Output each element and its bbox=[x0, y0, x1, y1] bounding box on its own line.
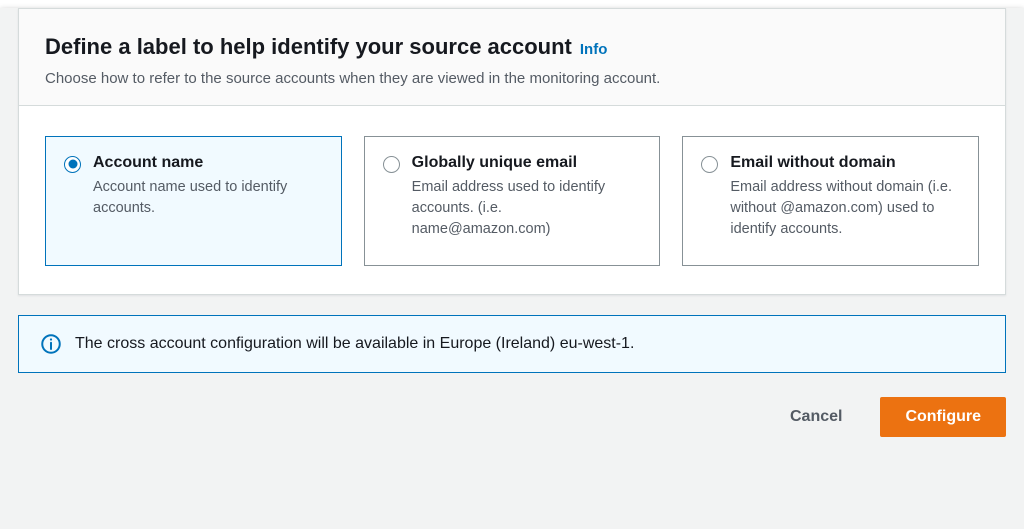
title-row: Define a label to help identify your sou… bbox=[45, 33, 979, 62]
option-text: Email without domain Email address witho… bbox=[730, 153, 960, 241]
option-text: Account name Account name used to identi… bbox=[93, 153, 323, 220]
option-description: Account name used to identify accounts. bbox=[93, 177, 323, 219]
page-subtitle: Choose how to refer to the source accoun… bbox=[45, 68, 979, 89]
radio-icon bbox=[64, 156, 81, 173]
option-globally-unique-email[interactable]: Globally unique email Email address used… bbox=[364, 136, 661, 266]
page-container: Define a label to help identify your sou… bbox=[0, 8, 1024, 529]
option-description: Email address without domain (i.e. witho… bbox=[730, 177, 960, 240]
cancel-button[interactable]: Cancel bbox=[766, 397, 866, 438]
option-label: Account name bbox=[93, 153, 323, 174]
options-row: Account name Account name used to identi… bbox=[19, 106, 1005, 294]
option-email-without-domain[interactable]: Email without domain Email address witho… bbox=[682, 136, 979, 266]
configure-button[interactable]: Configure bbox=[880, 397, 1006, 438]
option-label: Globally unique email bbox=[412, 153, 642, 174]
label-definition-panel: Define a label to help identify your sou… bbox=[18, 8, 1006, 295]
region-info-alert: The cross account configuration will be … bbox=[18, 315, 1006, 373]
option-label: Email without domain bbox=[730, 153, 960, 174]
footer-actions: Cancel Configure bbox=[0, 373, 1024, 458]
panel-header: Define a label to help identify your sou… bbox=[19, 9, 1005, 106]
option-text: Globally unique email Email address used… bbox=[412, 153, 642, 241]
info-link[interactable]: Info bbox=[580, 41, 608, 58]
info-circle-icon bbox=[41, 334, 61, 354]
page-title: Define a label to help identify your sou… bbox=[45, 33, 572, 62]
radio-icon bbox=[701, 156, 718, 173]
option-description: Email address used to identify accounts.… bbox=[412, 177, 642, 240]
alert-text: The cross account configuration will be … bbox=[75, 335, 634, 353]
option-account-name[interactable]: Account name Account name used to identi… bbox=[45, 136, 342, 266]
radio-icon bbox=[383, 156, 400, 173]
